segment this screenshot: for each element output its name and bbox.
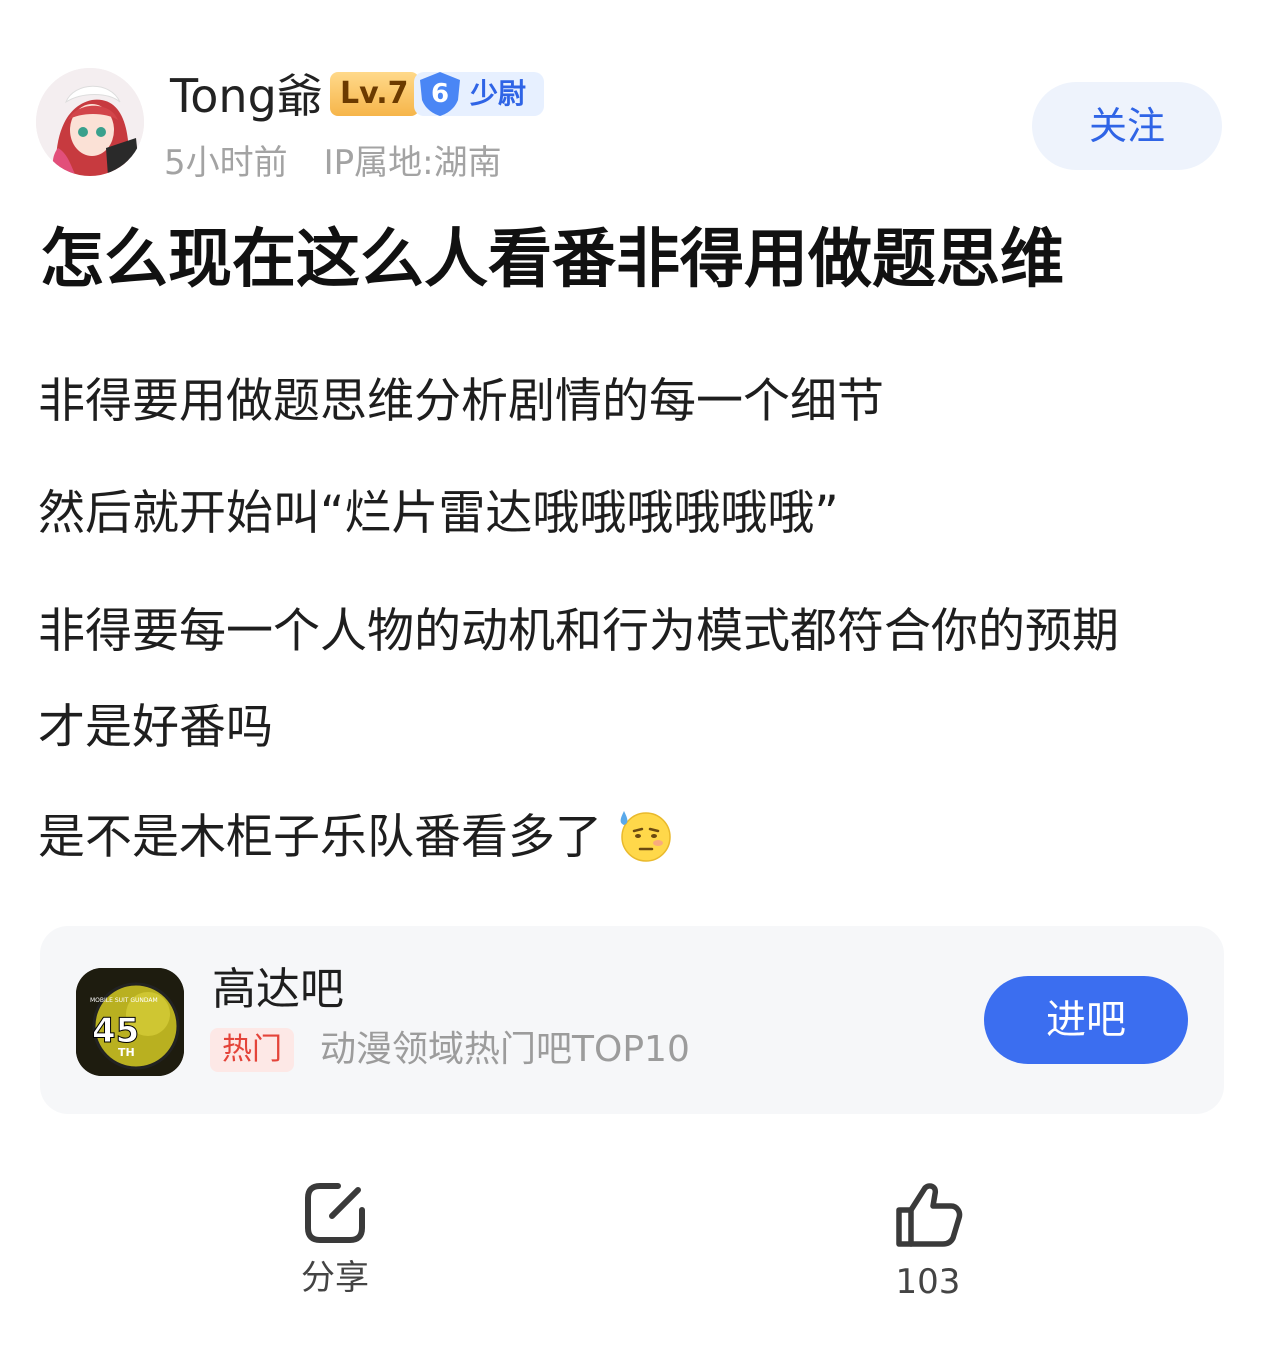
post-time: 5小时前 [164, 143, 288, 183]
author-name[interactable]: Tong爺 [170, 66, 323, 126]
enter-forum-button[interactable]: 进吧 [984, 976, 1188, 1064]
forum-rank-text: 动漫领域热门吧TOP10 [320, 1029, 690, 1070]
forum-icon-number: 45 [92, 1011, 139, 1051]
rank-title: 少尉 [470, 77, 527, 110]
ip-location: IP属地:湖南 [323, 143, 502, 183]
rank-badge: 6 少尉 [414, 72, 544, 116]
post-page: Tong爺 Lv.7 6 少尉 5小时前 IP属地:湖南 关注 怎么现在这么人看番… [0, 0, 1264, 1360]
post-paragraph: 才是好番吗 [38, 700, 273, 755]
forum-name: 高达吧 [212, 964, 344, 1015]
post-paragraph: 非得要用做题思维分析剧情的每一个细节 [38, 374, 884, 429]
forum-icon: MOBILE SUIT GUNDAM 45 TH [76, 968, 184, 1076]
forum-icon-text-top: MOBILE SUIT GUNDAM [90, 997, 158, 1004]
hot-tag: 热门 [210, 1028, 294, 1072]
share-button[interactable]: 分享 [255, 1180, 415, 1300]
post-title: 怎么现在这么人看番非得用做题思维 [40, 223, 1064, 297]
avatar[interactable] [36, 68, 144, 176]
post-paragraph-last: 是不是木柜子乐队番看多了 [38, 790, 672, 886]
post-paragraph-text: 是不是木柜子乐队番看多了 [38, 810, 602, 865]
like-button[interactable]: 103 [848, 1180, 1008, 1304]
rank-number: 6 [430, 79, 450, 109]
post-paragraph: 然后就开始叫“烂片雷达哦哦哦哦哦哦” [38, 486, 839, 541]
sweat-emoji-icon [620, 810, 671, 862]
post-meta: 5小时前 IP属地:湖南 [164, 140, 502, 186]
follow-button[interactable]: 关注 [1032, 82, 1222, 170]
post-paragraph: 非得要每一个人物的动机和行为模式都符合你的预期 [38, 604, 1119, 659]
avatar-image [36, 68, 144, 176]
thumbs-up-icon [896, 1183, 963, 1247]
like-count: 103 [895, 1262, 961, 1302]
share-label: 分享 [301, 1258, 369, 1298]
forum-card[interactable]: MOBILE SUIT GUNDAM 45 TH 高达吧 热门 动漫领域热门吧T… [40, 926, 1224, 1114]
haro-logo-icon: MOBILE SUIT GUNDAM 45 TH [76, 968, 184, 1076]
share-icon [305, 1183, 365, 1243]
forum-icon-suffix: TH [118, 1046, 135, 1059]
level-badge: Lv.7 [330, 72, 419, 116]
